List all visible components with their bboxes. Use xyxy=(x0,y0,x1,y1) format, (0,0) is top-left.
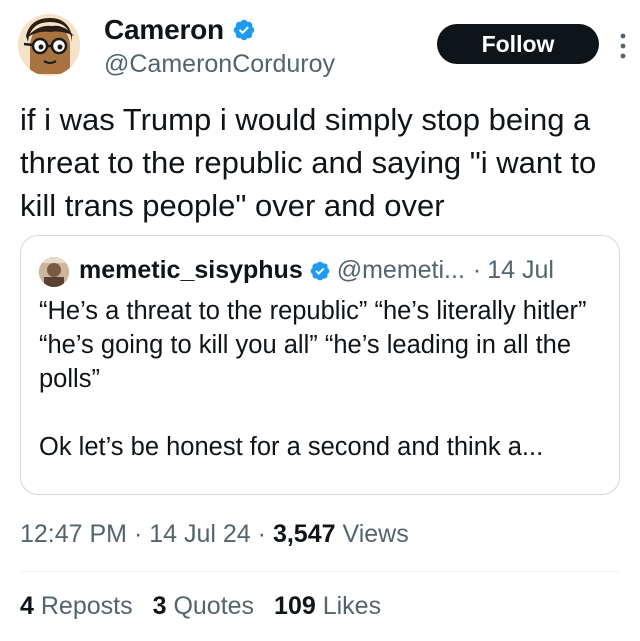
author-name[interactable]: Cameron xyxy=(104,14,224,46)
quotes-label: Quotes xyxy=(173,592,255,620)
reposts-label: Reposts xyxy=(40,592,133,620)
cartoon-avatar-icon xyxy=(18,14,80,76)
author-handle[interactable]: @CameronCorduroy xyxy=(104,50,335,79)
quoted-paragraph-1: “He’s a threat to the republic” “he’s li… xyxy=(39,297,587,393)
meta-separator: · xyxy=(257,520,266,548)
quoted-header: memetic_sisyphus @memeti... · 14 Jul xyxy=(79,256,554,285)
tweet-meta: 12:47 PM · 14 Jul 24 · 3,547 Views xyxy=(20,520,409,549)
quoted-separator: · xyxy=(472,256,482,284)
views-label: Views xyxy=(342,520,409,548)
quoted-author-name[interactable]: memetic_sisyphus xyxy=(79,256,303,285)
tweet-header: Cameron @CameronCorduroy Follow xyxy=(0,0,640,90)
reposts-count: 4 xyxy=(20,592,34,620)
more-options-icon[interactable] xyxy=(620,32,626,60)
verified-badge-icon xyxy=(233,19,255,41)
quotes-stat[interactable]: 3 Quotes xyxy=(153,592,254,621)
engagement-stats: 4 Reposts 3 Quotes 109 Likes xyxy=(20,592,401,621)
follow-button[interactable]: Follow xyxy=(437,24,599,64)
reposts-stat[interactable]: 4 Reposts xyxy=(20,592,133,621)
verified-badge-icon xyxy=(310,261,330,280)
quoted-date[interactable]: 14 Jul xyxy=(487,256,554,285)
tweet-text: if i was Trump i would simply stop being… xyxy=(20,102,597,223)
author-name-row: Cameron xyxy=(104,14,256,46)
quoted-paragraph-2: Ok let’s be honest for a second and thin… xyxy=(39,433,544,461)
quoted-author-handle[interactable]: @memeti... xyxy=(337,256,465,285)
author-avatar[interactable] xyxy=(18,14,80,76)
quoted-avatar-image-icon xyxy=(39,257,69,287)
meta-separator: · xyxy=(133,520,143,548)
tweet-time[interactable]: 12:47 PM xyxy=(20,520,127,548)
quoted-tweet-card[interactable]: memetic_sisyphus @memeti... · 14 Jul “He… xyxy=(20,235,620,495)
quoted-author-avatar[interactable] xyxy=(39,257,69,287)
likes-label: Likes xyxy=(322,592,382,620)
views-count: 3,547 xyxy=(272,520,336,548)
likes-stat[interactable]: 109 Likes xyxy=(274,592,381,621)
likes-count: 109 xyxy=(274,592,316,620)
quoted-tweet-text: “He’s a threat to the republic” “he’s li… xyxy=(39,294,614,464)
tweet-date[interactable]: 14 Jul 24 xyxy=(149,520,250,548)
divider xyxy=(20,571,620,572)
quotes-count: 3 xyxy=(152,592,167,620)
